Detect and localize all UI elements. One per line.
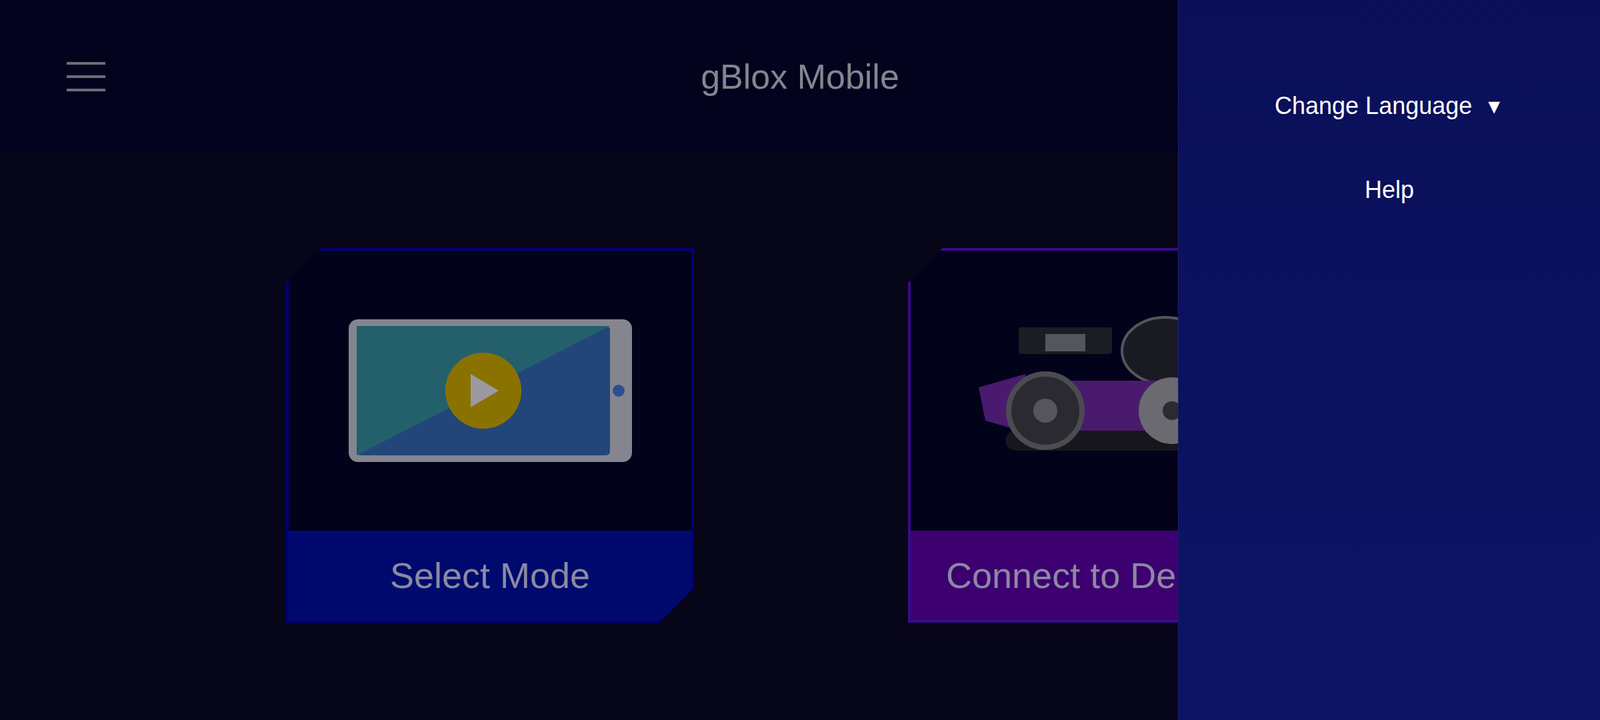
card-image bbox=[288, 250, 692, 531]
dropdown-arrow: ▼ bbox=[1484, 91, 1504, 122]
phone-play-icon bbox=[348, 319, 632, 462]
app: gBlox MobileSelect ModeConnect to DeChan… bbox=[0, 0, 1600, 720]
drawer-item[interactable]: Change Language▼ bbox=[1274, 88, 1504, 124]
drawer-item[interactable]: Help bbox=[1364, 172, 1414, 208]
side-drawer: Change Language▼ Help bbox=[1178, 0, 1600, 720]
card-label[interactable]: Select Mode bbox=[288, 530, 692, 620]
menu-icon[interactable] bbox=[66, 62, 106, 92]
mode-card[interactable]: Select Mode bbox=[286, 248, 694, 623]
app-title: gBlox Mobile bbox=[700, 50, 900, 103]
